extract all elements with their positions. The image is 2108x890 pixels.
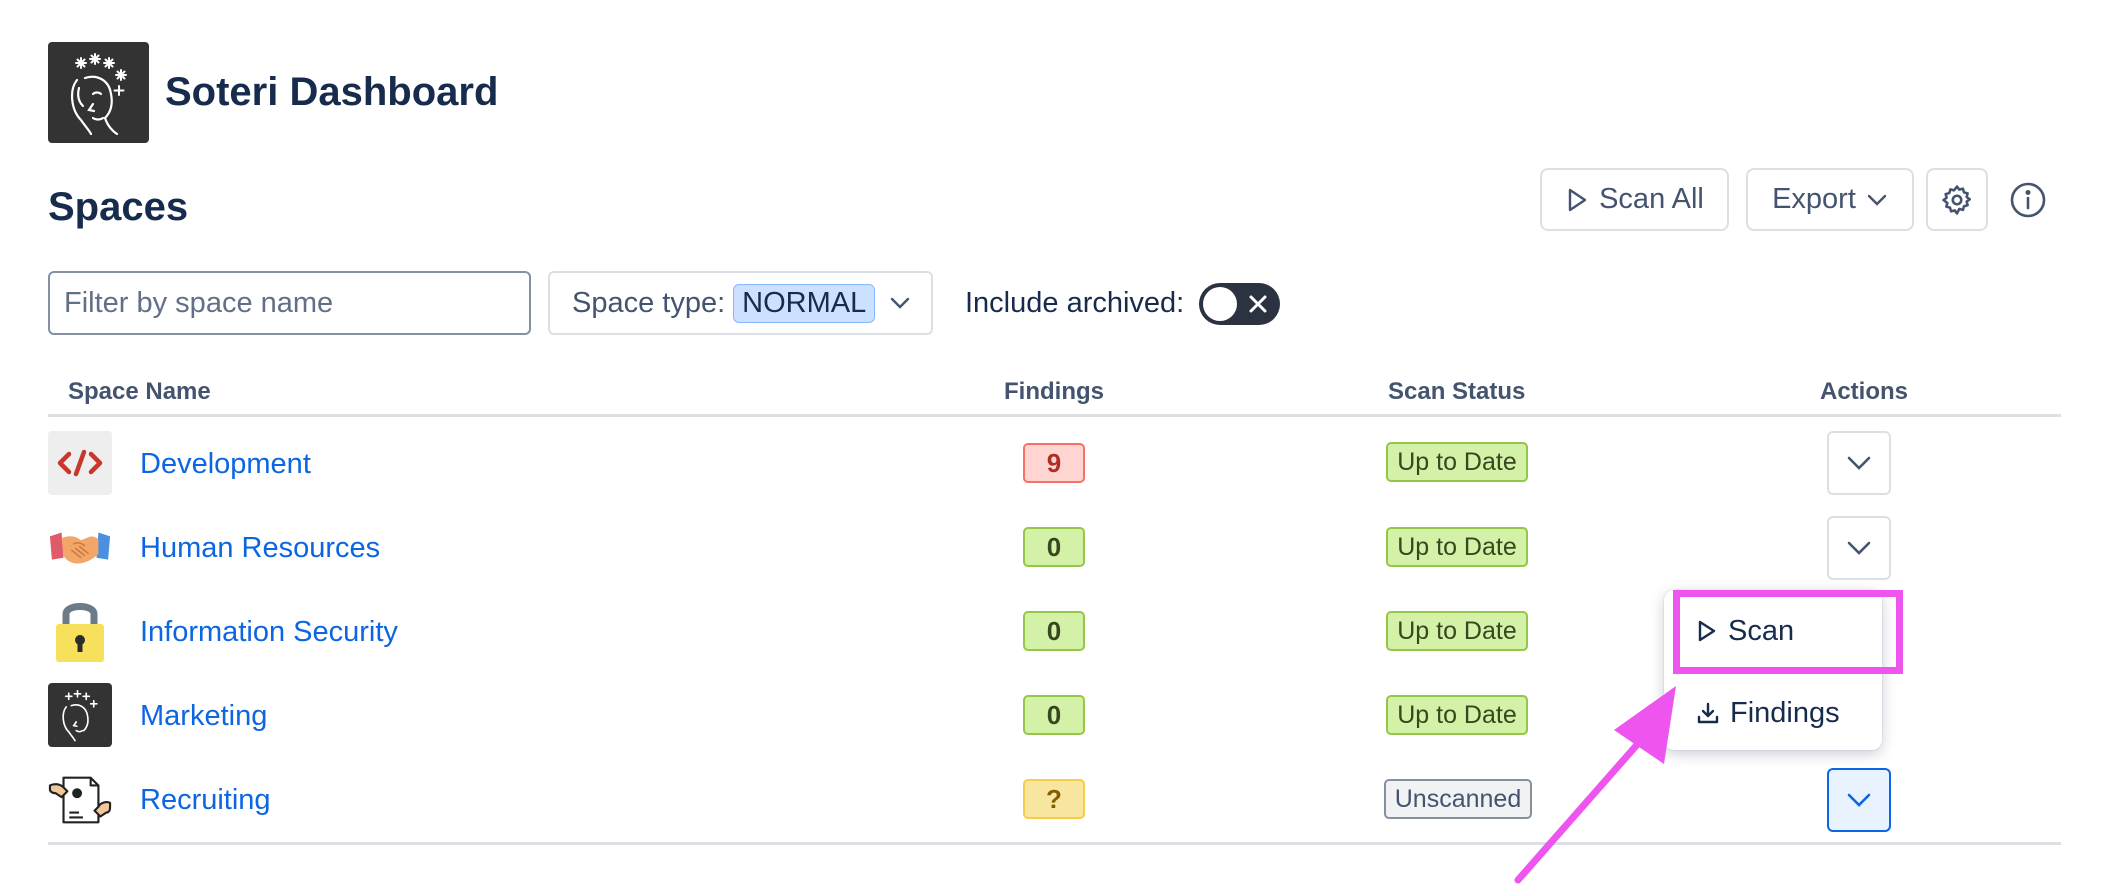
row-actions-button[interactable] [1827,431,1891,495]
status-badge: Up to Date [1386,527,1528,567]
chevron-down-icon [1847,456,1871,470]
scan-all-label: Scan All [1599,183,1704,215]
scan-all-button[interactable]: Scan All [1540,168,1729,231]
include-archived-toggle[interactable] [1199,283,1280,325]
info-icon[interactable] [2009,181,2047,219]
space-link-information-security[interactable]: Information Security [140,614,398,650]
menu-item-findings-label: Findings [1730,696,1840,729]
lock-icon [48,598,112,662]
soteri-logo-icon [48,42,149,143]
include-archived-label: Include archived: [965,287,1185,319]
play-icon [1568,188,1587,211]
export-button[interactable]: Export [1746,168,1914,231]
status-badge: Up to Date [1386,611,1528,651]
row-actions-button[interactable] [1827,516,1891,580]
chevron-down-icon [1847,541,1871,555]
row-actions-button[interactable] [1827,768,1891,832]
chevron-down-icon [1867,194,1887,206]
space-link-human-resources[interactable]: Human Resources [140,530,380,566]
table-header-divider [48,414,2061,417]
findings-badge: ? [1023,779,1085,819]
menu-item-scan[interactable]: Scan [1664,600,1882,662]
column-header-space-name: Space Name [68,378,211,405]
code-icon [48,431,112,495]
actions-dropdown-menu: Scan Findings [1664,590,1882,750]
resume-icon [48,768,112,832]
chevron-down-icon [891,297,910,309]
settings-button[interactable] [1926,168,1988,231]
space-name-filter-input[interactable] [48,271,531,335]
column-header-scan-status: Scan Status [1388,378,1526,405]
space-type-value: NORMAL [733,283,876,323]
findings-badge: 0 [1023,695,1085,735]
space-type-select[interactable]: Space type: NORMAL [548,271,933,335]
table-footer-divider [48,842,2061,845]
space-type-label: Space type: [572,286,726,319]
gear-icon [1942,184,1972,215]
space-link-recruiting[interactable]: Recruiting [140,782,271,818]
menu-item-findings[interactable]: Findings [1664,682,1882,744]
page-title: Spaces [48,185,189,229]
status-badge: Up to Date [1386,695,1528,735]
chevron-down-icon [1847,793,1871,807]
export-label: Export [1772,183,1856,215]
menu-item-scan-label: Scan [1728,614,1795,647]
space-link-development[interactable]: Development [140,446,311,482]
status-badge: Unscanned [1384,779,1532,819]
findings-badge: 0 [1023,611,1085,651]
column-header-actions: Actions [1820,378,1909,405]
app-title: Soteri Dashboard [165,70,499,114]
close-icon [1249,295,1267,313]
handshake-icon [48,516,112,580]
toggle-knob [1203,287,1237,321]
status-badge: Up to Date [1386,442,1528,482]
findings-badge: 9 [1023,443,1085,483]
download-icon [1697,702,1719,724]
column-header-findings: Findings [1004,378,1104,405]
play-icon [1698,620,1716,642]
space-link-marketing[interactable]: Marketing [140,698,267,734]
soteri-logo-icon [48,683,112,747]
findings-badge: 0 [1023,527,1085,567]
